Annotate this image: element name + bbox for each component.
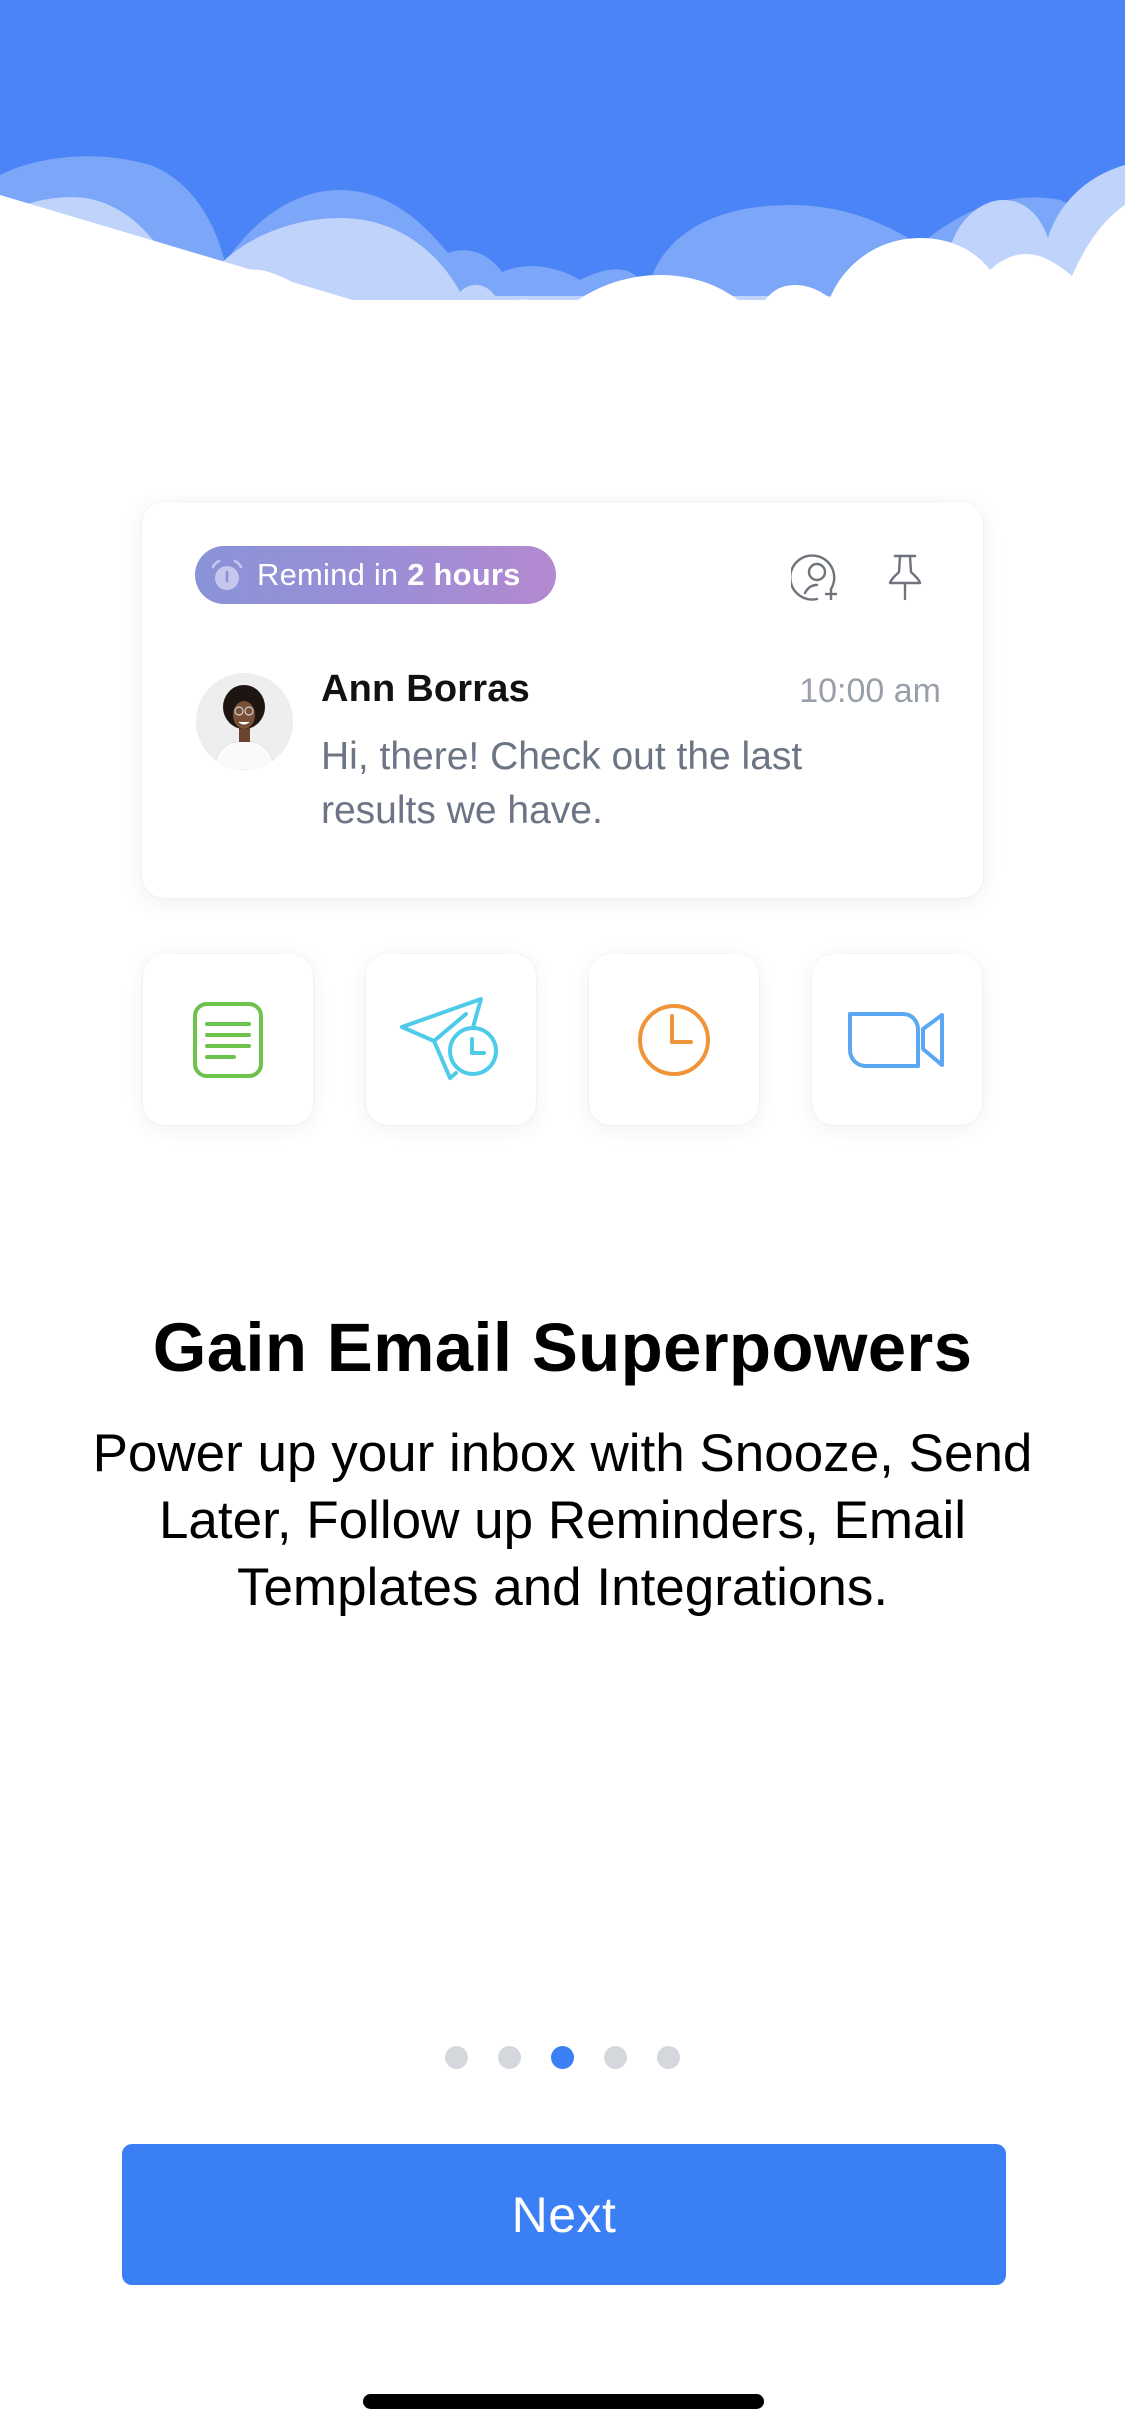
pin-button[interactable] <box>875 547 935 607</box>
next-button[interactable]: Next <box>122 2144 1006 2285</box>
pin-icon <box>888 554 922 601</box>
page-dot-3-active[interactable] <box>551 2046 574 2069</box>
clouds-banner <box>0 0 1125 320</box>
feature-tile-email-templates[interactable] <box>143 954 313 1125</box>
onboarding-description: Power up your inbox with Snooze, Send La… <box>92 1424 1033 1617</box>
email-preview-text: Hi, there! Check out the last results we… <box>321 735 803 832</box>
page-dot-5[interactable] <box>657 2046 680 2069</box>
remind-badge[interactable]: Remind in 2 hours <box>195 546 556 604</box>
onboarding-title: Gain Email Superpowers <box>152 1309 973 1386</box>
feature-tile-integrations[interactable] <box>812 954 982 1125</box>
avatar-portrait-icon <box>196 673 293 770</box>
video-camera-icon <box>848 1011 944 1068</box>
clock-icon <box>638 1003 710 1076</box>
page-dot-2[interactable] <box>498 2046 521 2069</box>
page-dot-4[interactable] <box>604 2046 627 2069</box>
alarm-icon <box>211 559 243 590</box>
paper-plane-clock-icon <box>400 996 498 1080</box>
add-contact-button[interactable] <box>787 547 847 607</box>
email-preview-card[interactable]: Remind in 2 hours Ann Borras 10:00 am Hi… <box>142 502 983 898</box>
page-dot-1[interactable] <box>445 2046 468 2069</box>
remind-prefix: Remind in <box>257 557 408 592</box>
sender-name: Ann Borras <box>321 668 530 710</box>
remind-duration: 2 hours <box>407 557 521 592</box>
feature-tile-send-later[interactable] <box>366 954 536 1125</box>
email-time: 10:00 am <box>799 672 941 710</box>
user-plus-icon <box>791 554 837 601</box>
avatar <box>196 673 293 770</box>
document-icon <box>193 1001 263 1078</box>
remind-label: Remind in 2 hours <box>257 557 521 593</box>
home-indicator[interactable] <box>363 2394 764 2409</box>
feature-tile-snooze[interactable] <box>589 954 759 1125</box>
page-indicator <box>0 2046 1125 2070</box>
